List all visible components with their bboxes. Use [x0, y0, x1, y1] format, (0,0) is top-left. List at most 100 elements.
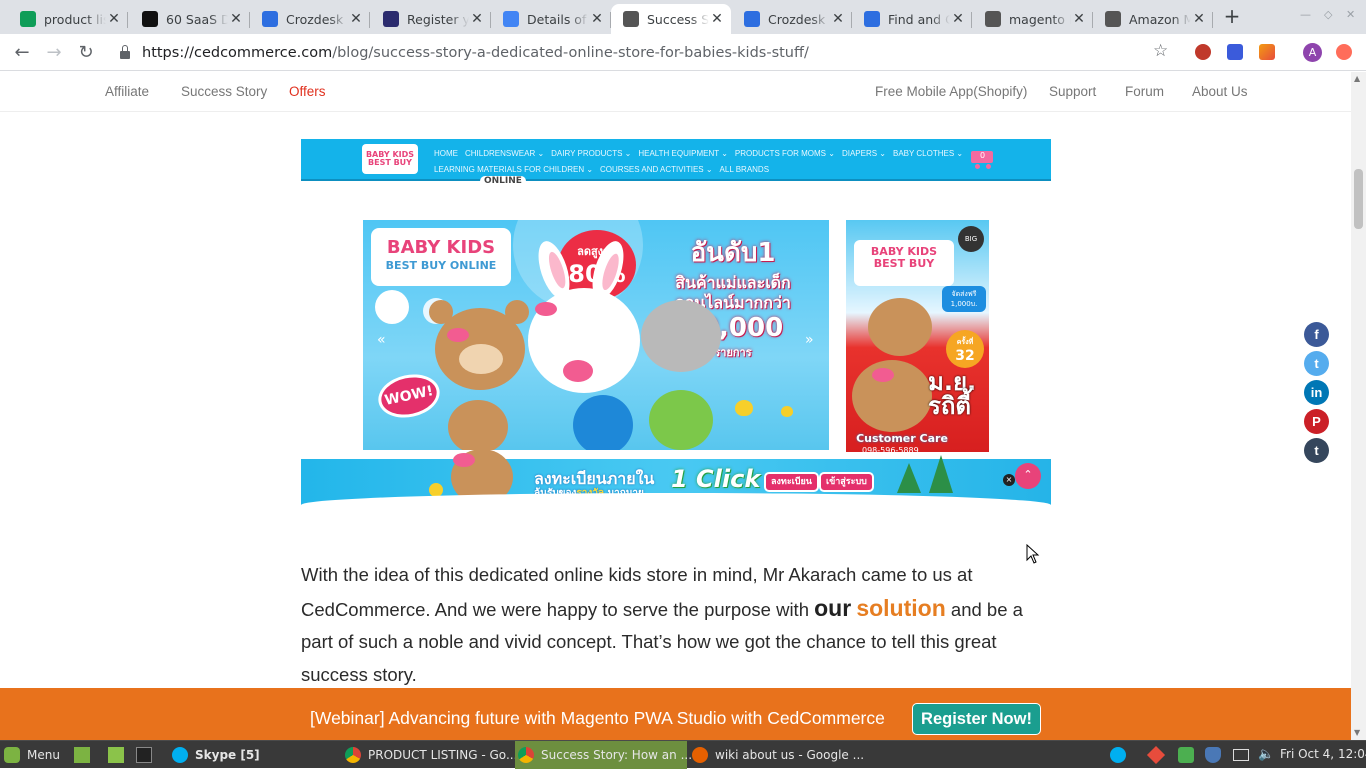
profile-avatar[interactable]: A — [1303, 43, 1322, 62]
new-tab-button[interactable]: + — [1222, 6, 1242, 26]
skype-icon — [172, 747, 188, 763]
scroll-down-icon[interactable]: ▼ — [1354, 728, 1360, 737]
taskbar-skype[interactable]: Skype [5] — [172, 741, 338, 769]
browser-tab[interactable]: Find and C ✕ — [852, 4, 972, 34]
page-scrollbar[interactable]: ▲ ▼ — [1351, 72, 1366, 740]
shop-menu-item: LEARNING MATERIALS FOR CHILDREN ⌄ — [434, 165, 594, 174]
browser-tab[interactable]: magento l ✕ — [973, 4, 1093, 34]
circle-icon — [142, 11, 158, 27]
taskbar-chrome-success-story[interactable]: Success Story: How an ... — [515, 741, 692, 769]
mouse-cursor-icon — [1026, 544, 1040, 564]
back-button[interactable]: ← — [10, 41, 34, 65]
taskbar-chrome-product-listing[interactable]: PRODUCT LISTING - Go... — [345, 741, 517, 769]
tab-close-icon[interactable]: ✕ — [709, 11, 725, 27]
cart-count: 0 — [980, 151, 986, 160]
tab-close-icon[interactable]: ✕ — [950, 11, 966, 27]
tab-close-icon[interactable]: ✕ — [830, 11, 846, 27]
tab-close-icon[interactable]: ✕ — [348, 11, 364, 27]
discount-label: ลดสูงสุด — [577, 245, 617, 258]
show-desktop-icon[interactable] — [74, 747, 90, 763]
nav-forum[interactable]: Forum — [1125, 84, 1164, 99]
bottom-one-click: 1 Click — [671, 465, 761, 493]
tab-close-icon[interactable]: ✕ — [106, 11, 122, 27]
tab-close-icon[interactable]: ✕ — [1071, 11, 1087, 27]
nav-free-mobile-app[interactable]: Free Mobile App(Shopify) — [875, 84, 1027, 99]
files-icon[interactable] — [108, 747, 124, 763]
browser-toolbar: ← → ↻ https://cedcommerce.com/blog/succe… — [0, 34, 1366, 71]
start-menu-label: Menu — [27, 748, 60, 762]
url-host: https://cedcommerce.com — [142, 44, 333, 61]
browser-tab[interactable]: Success S ✕ — [611, 4, 731, 34]
vpn-tray-icon[interactable] — [1146, 745, 1166, 765]
tab-close-icon[interactable]: ✕ — [589, 11, 605, 27]
shop-menu-item: DAIRY PRODUCTS ⌄ — [551, 149, 632, 158]
nav-affiliate[interactable]: Affiliate — [105, 84, 149, 99]
facebook-icon[interactable]: f — [1304, 322, 1329, 347]
terminal-icon[interactable] — [136, 747, 152, 763]
browser-tab[interactable]: Register y ✕ — [371, 4, 491, 34]
cedcommerce-icon — [985, 11, 1001, 27]
extension-icon-4[interactable] — [1336, 44, 1352, 60]
crozdesk-icon — [262, 11, 278, 27]
extension-icon-3[interactable] — [1259, 44, 1275, 60]
side-32-top: ครั้งที่ — [956, 338, 974, 346]
nav-offers[interactable]: Offers — [289, 84, 326, 99]
firefox-icon — [692, 747, 708, 763]
sheets-icon — [20, 11, 36, 27]
tab-close-icon[interactable]: ✕ — [228, 11, 244, 27]
os-taskbar: Menu Skype [5] PRODUCT LISTING - Go... S… — [0, 740, 1366, 769]
scroll-thumb[interactable] — [1354, 169, 1363, 229]
browser-tab[interactable]: Amazon M ✕ — [1093, 4, 1213, 34]
minimize-icon[interactable]: — — [1300, 8, 1311, 21]
updates-tray-icon[interactable] — [1178, 747, 1194, 763]
volume-icon[interactable]: 🔈 — [1258, 747, 1274, 763]
nav-support[interactable]: Support — [1049, 84, 1096, 99]
register-now-button[interactable]: Register Now! — [912, 703, 1041, 735]
cedcommerce-icon — [1105, 11, 1121, 27]
linkedin-icon[interactable]: in — [1304, 380, 1329, 405]
online-tag: ONLINE — [480, 176, 526, 186]
lock-icon[interactable] — [120, 44, 130, 59]
browser-tab[interactable]: Crozdesk ✕ — [732, 4, 852, 34]
extension-icon-2[interactable] — [1227, 44, 1243, 60]
notifications-tray-icon[interactable] — [1233, 749, 1249, 761]
tumblr-icon[interactable]: t — [1304, 438, 1329, 463]
browser-tab[interactable]: Crozdesk ✕ — [250, 4, 370, 34]
reload-button[interactable]: ↻ — [74, 41, 98, 65]
chrome-icon — [518, 747, 534, 763]
nav-success-story[interactable]: Success Story — [181, 84, 267, 99]
crozdesk-icon — [744, 11, 760, 27]
shield-tray-icon[interactable] — [1205, 747, 1221, 763]
maximize-icon[interactable]: ◇ — [1324, 8, 1332, 21]
tab-title: Details of — [527, 11, 587, 27]
tab-strip: + — ◇ ✕ product lis ✕ 60 SaaS D ✕ Crozdesk ✕ R… — [0, 0, 1366, 34]
browser-tab[interactable]: 60 SaaS D ✕ — [130, 4, 250, 34]
taskbar-clock[interactable]: Fri Oct 4, 12:04 — [1280, 747, 1366, 761]
carousel-next-icon: » — [805, 332, 814, 348]
tab-close-icon[interactable]: ✕ — [469, 11, 485, 27]
address-bar[interactable]: https://cedcommerce.com/blog/success-sto… — [110, 38, 1180, 67]
browser-tab[interactable]: product lis ✕ — [8, 4, 128, 34]
shop-menu-item: PRODUCTS FOR MOMS ⌄ — [734, 149, 835, 158]
tab-close-icon[interactable]: ✕ — [1191, 11, 1207, 27]
forward-button[interactable]: → — [42, 41, 66, 65]
start-menu-button[interactable]: Menu — [4, 741, 60, 769]
shop-menu-item: CHILDRENSWEAR ⌄ — [465, 149, 545, 158]
scroll-up-icon[interactable]: ▲ — [1354, 74, 1360, 83]
shop-menu-item: BABY CLOTHES ⌄ — [892, 149, 964, 158]
pinterest-icon[interactable]: P — [1304, 409, 1329, 434]
skype-tray-icon[interactable] — [1110, 747, 1126, 763]
close-window-icon[interactable]: ✕ — [1346, 8, 1355, 21]
site-nav: Affiliate Success Story Offers Free Mobi… — [0, 72, 1351, 112]
twitter-icon[interactable]: t — [1304, 351, 1329, 376]
shop-header: BABY KIDS BEST BUY HOME CHILDRENSWEAR ⌄ DA… — [301, 139, 1051, 186]
taskbar-firefox-wiki[interactable]: wiki about us - Google ... — [692, 741, 864, 769]
nav-about-us[interactable]: About Us — [1192, 84, 1248, 99]
bottom-subline-c: มากมาย — [607, 488, 644, 499]
side-thai-text: ม.ย. รถิตี้ — [928, 368, 977, 420]
carousel-prev-icon: « — [377, 332, 386, 348]
article-text-solution[interactable]: solution — [856, 595, 945, 621]
browser-tab[interactable]: Details of ✕ — [491, 4, 611, 34]
extension-icon-1[interactable] — [1195, 44, 1211, 60]
bookmark-star-icon[interactable]: ☆ — [1153, 41, 1168, 61]
